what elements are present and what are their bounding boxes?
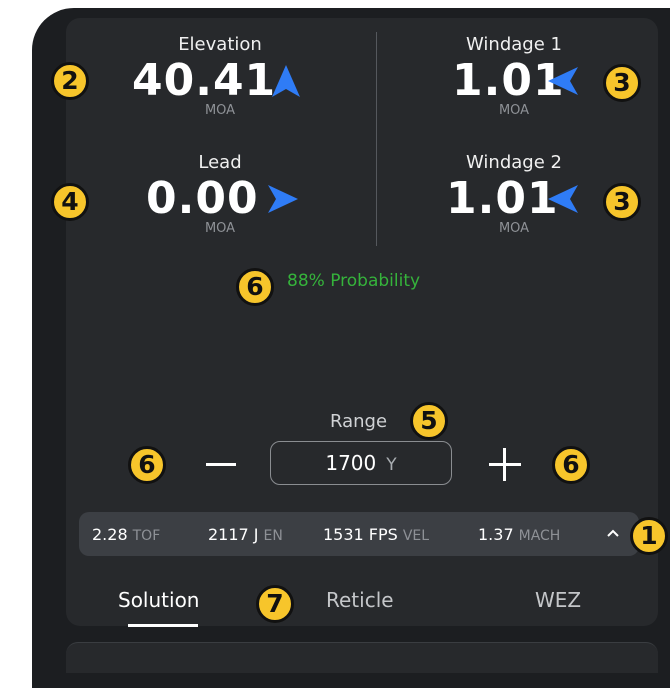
ballistics-stats-strip[interactable]: 2.28 TOF 2117 J EN 1531 FPS VEL 1.37 MACH [79,512,639,556]
stat-velocity-key: VEL [402,528,430,544]
lead-value: 0.00 [146,173,259,224]
stat-tof-value: 2.28 [92,525,128,544]
lead-label: Lead [198,152,242,173]
arrow-left-icon [548,185,578,213]
elevation-callout-badge: 2 [51,62,89,100]
stat-velocity: 1531 FPS VEL [323,525,429,544]
stat-energy: 2117 J EN [208,525,283,544]
decrease-range-button[interactable] [206,463,236,466]
chevron-up-icon[interactable] [606,528,620,538]
hit-probability-text: 88% Probability [287,271,421,291]
stat-tof-key: TOF [132,528,161,544]
lower-panel [66,642,658,673]
range-input[interactable]: 1700 Y [270,441,452,485]
stat-energy-key: EN [263,528,283,544]
arrow-left-icon [548,67,578,95]
lead-field: Lead 0.00 MOA [100,152,340,236]
lead-callout-badge: 4 [51,183,89,221]
stat-energy-value: 2117 J [208,525,259,544]
windage2-field: Windage 2 1.01 MOA [394,152,634,236]
windage1-label: Windage 1 [466,34,562,55]
windage2-label: Windage 2 [466,152,562,173]
probability-callout-badge: 6 [236,268,274,306]
range-label: Range [330,411,388,432]
stat-mach-value: 1.37 [478,525,514,544]
tab-reticle[interactable]: Reticle [326,588,394,612]
stat-mach-key: MACH [518,528,561,544]
plus-callout-badge: 6 [552,446,590,484]
strip-callout-badge: 1 [630,517,668,555]
range-callout-badge: 5 [410,402,448,440]
stat-velocity-value: 1531 FPS [323,525,398,544]
windage2-callout-badge: 3 [603,183,641,221]
range-unit: Y [386,455,397,475]
arrow-right-icon [268,185,298,213]
windage1-field: Windage 1 1.01 MOA [394,34,634,118]
tab-solution[interactable]: Solution [118,588,199,612]
active-tab-indicator [128,624,198,627]
arrow-up-icon [272,65,300,97]
tabs-callout-badge: 7 [256,585,294,623]
windage2-value: 1.01 [446,173,559,224]
elevation-field: Elevation 40.41 MOA [100,34,340,118]
stat-tof: 2.28 TOF [92,525,160,544]
elevation-value: 40.41 [132,55,277,106]
increase-range-button-vertical[interactable] [503,448,506,481]
minus-callout-badge: 6 [128,446,166,484]
tab-wez[interactable]: WEZ [535,588,581,612]
stat-mach: 1.37 MACH [478,525,560,544]
windage1-callout-badge: 3 [603,64,641,102]
elevation-label: Elevation [178,34,262,55]
range-value: 1700 [325,451,377,475]
column-divider [376,32,377,246]
